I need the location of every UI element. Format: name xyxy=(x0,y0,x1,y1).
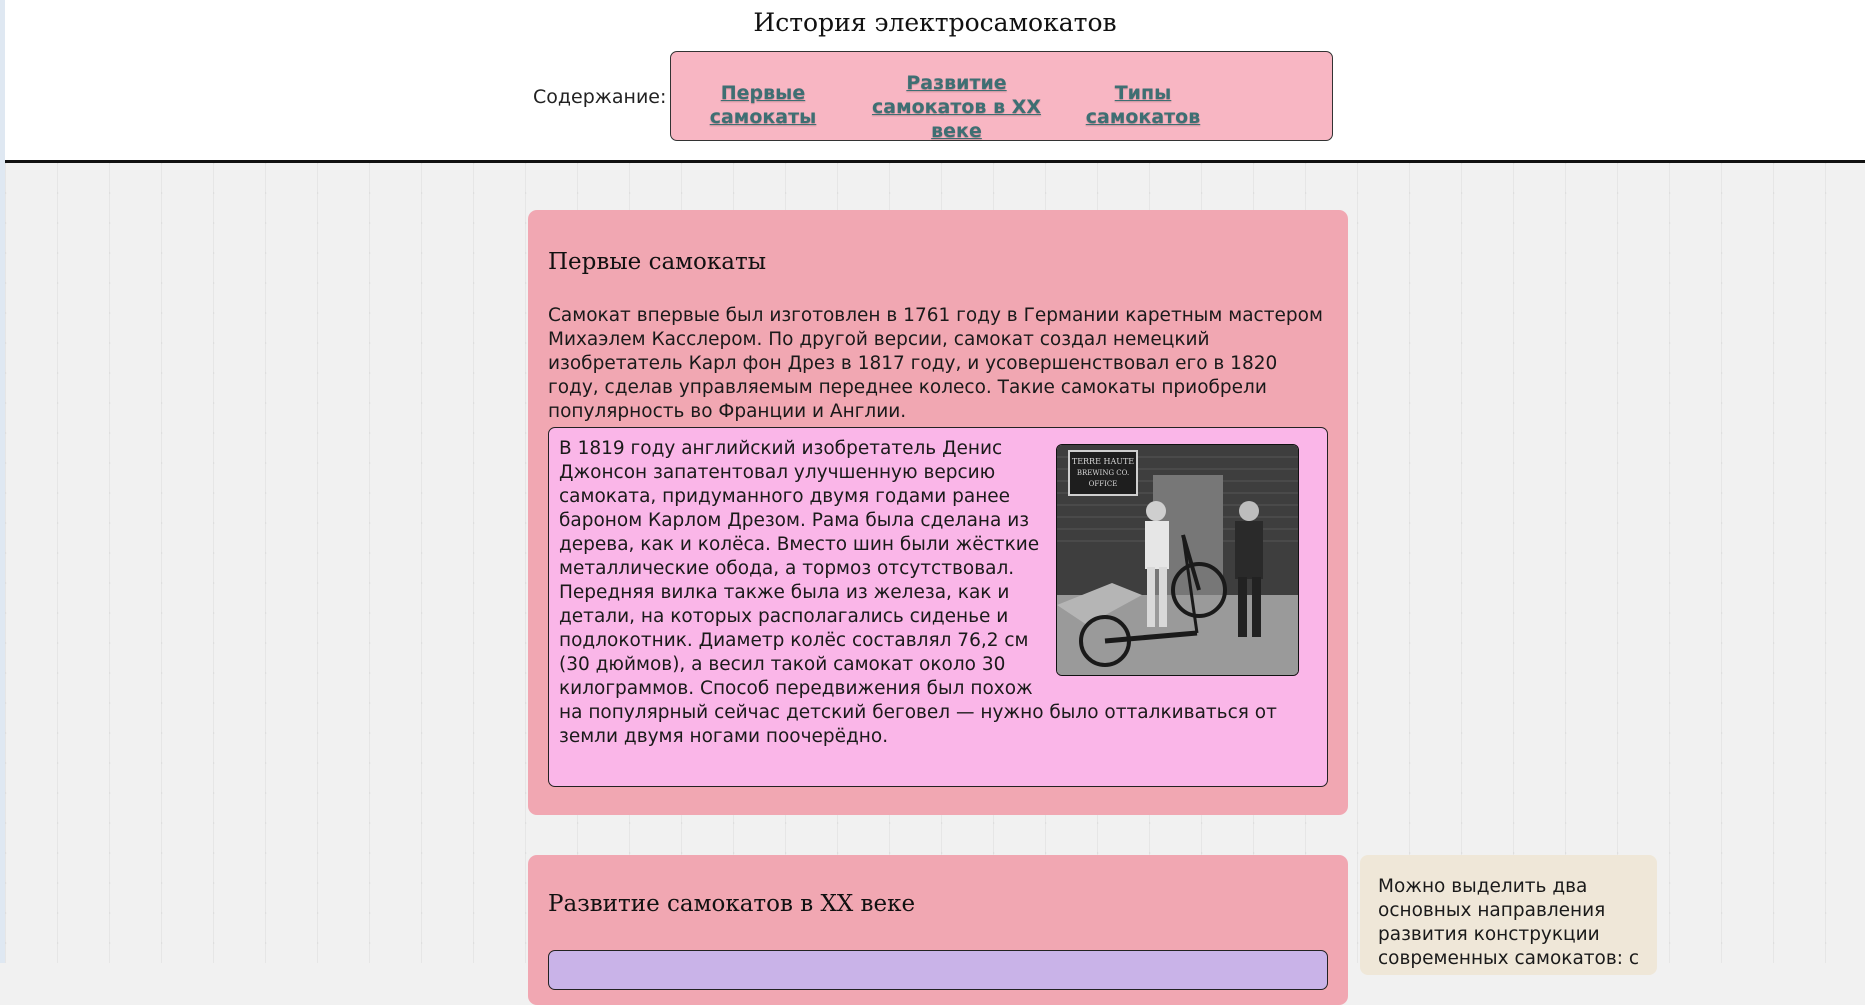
historic-photo: TERRE HAUTE BREWING CO. OFFICE xyxy=(1056,444,1299,676)
section-title: Развитие самокатов в XX веке xyxy=(548,891,916,917)
toc-nav: Первые самокаты Развитие самокатов в XX … xyxy=(670,51,1333,143)
section-intro-text: Самокат впервые был изготовлен в 1761 го… xyxy=(548,305,1323,422)
aside-note-text: Можно выделить два основных направления … xyxy=(1378,876,1640,969)
photo-sign-line: TERRE HAUTE xyxy=(1072,457,1134,466)
svg-text:BREWING CO.: BREWING CO. xyxy=(1077,469,1129,477)
aside-note: Можно выделить два основных направления … xyxy=(1360,855,1657,975)
page-header: История электросамокатов Содержание: Пер… xyxy=(5,0,1865,163)
toc-label: Содержание: xyxy=(533,86,667,108)
section-first-scooters: Первые самокаты Самокат впервые был изго… xyxy=(528,210,1348,815)
section-title: Первые самокаты xyxy=(548,249,767,275)
toc-link-scooter-types[interactable]: Типы самокатов xyxy=(1073,81,1213,129)
detail-box-content: TERRE HAUTE BREWING CO. OFFICE В 1819 го… xyxy=(559,437,1319,749)
toc-link-first-scooters[interactable]: Первые самокаты xyxy=(689,81,837,129)
section-content-box xyxy=(548,950,1328,990)
section-20th-century: Развитие самокатов в XX веке xyxy=(528,855,1348,1005)
svg-text:OFFICE: OFFICE xyxy=(1089,480,1118,488)
toc-link-20th-century[interactable]: Развитие самокатов в XX веке xyxy=(849,71,1064,143)
detail-box: TERRE HAUTE BREWING CO. OFFICE В 1819 го… xyxy=(548,427,1328,787)
page-title: История электросамокатов xyxy=(753,8,1117,37)
